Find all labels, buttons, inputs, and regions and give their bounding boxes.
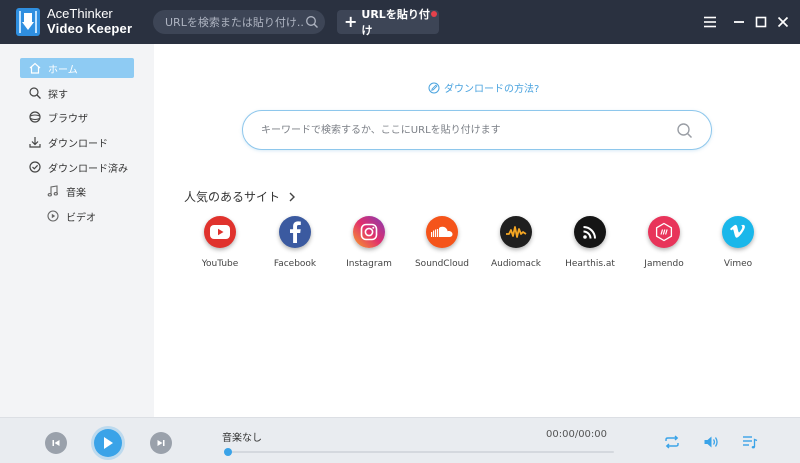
- volume-icon[interactable]: [702, 433, 720, 451]
- howto-link-label: ダウンロードの方法?: [444, 84, 540, 95]
- maximize-icon[interactable]: [753, 14, 769, 30]
- next-icon: [157, 440, 165, 446]
- track-time: 00:00/00:00: [546, 429, 608, 440]
- facebook-icon: [279, 216, 311, 248]
- site-youtube[interactable]: YouTube: [182, 216, 258, 276]
- home-icon: [29, 62, 41, 74]
- close-icon[interactable]: [775, 14, 791, 30]
- site-vimeo[interactable]: Vimeo: [700, 216, 776, 276]
- play-button[interactable]: [94, 429, 122, 457]
- jamendo-icon: [648, 216, 680, 248]
- browser-icon: [29, 111, 41, 123]
- sidebar-item-label: 探す: [48, 89, 68, 101]
- sidebar-item-label: 音楽: [66, 187, 86, 199]
- site-label: Audiomack: [490, 259, 542, 269]
- site-audiomack[interactable]: Audiomack: [478, 216, 554, 276]
- plus-icon: +: [344, 12, 358, 31]
- site-label: YouTube: [201, 259, 239, 269]
- sidebar-item-video[interactable]: ビデオ: [20, 206, 134, 226]
- sidebar-item-label: ダウンロード: [48, 138, 108, 150]
- site-hearthis[interactable]: Hearthis.at: [552, 216, 628, 276]
- vimeo-icon: [722, 216, 754, 248]
- app-logo-icon: [16, 8, 40, 36]
- sidebar-item-label: ホーム: [48, 64, 78, 76]
- video-play-icon: [47, 210, 59, 222]
- help-pencil-icon: [428, 82, 440, 93]
- search-icon[interactable]: [676, 122, 693, 139]
- sidebar-item-browser[interactable]: ブラウザ: [20, 107, 134, 127]
- chevron-right-icon: [289, 192, 296, 201]
- popular-sites-title: 人気のあるサイト: [184, 190, 281, 204]
- previous-icon: [52, 440, 60, 446]
- hearthis-icon: [574, 216, 606, 248]
- sidebar-item-label: ダウンロード済み: [48, 163, 128, 175]
- main-search-input[interactable]: [261, 121, 661, 139]
- repeat-icon[interactable]: [663, 433, 681, 451]
- site-facebook[interactable]: Facebook: [257, 216, 333, 276]
- audiomack-icon: [500, 216, 532, 248]
- paste-url-label: URLを貼り付け: [361, 8, 430, 37]
- progress-slider[interactable]: [224, 448, 614, 456]
- site-instagram[interactable]: Instagram: [331, 216, 407, 276]
- site-jamendo[interactable]: Jamendo: [626, 216, 702, 276]
- sidebar-item-download[interactable]: ダウンロード: [20, 132, 134, 152]
- app-name-line1: AceThinker: [47, 6, 113, 21]
- sidebar-item-label: ブラウザ: [48, 113, 88, 125]
- play-icon: [104, 437, 113, 449]
- sidebar-item-label: ビデオ: [66, 212, 96, 224]
- sidebar-item-music[interactable]: 音楽: [20, 181, 134, 201]
- minimize-icon[interactable]: [731, 14, 747, 30]
- search-icon[interactable]: [305, 15, 319, 29]
- site-label: SoundCloud: [414, 259, 470, 269]
- sidebar-item-downloaded[interactable]: ダウンロード済み: [20, 157, 134, 177]
- progress-knob[interactable]: [224, 448, 232, 456]
- site-label: Vimeo: [723, 259, 753, 269]
- sidebar-item-search[interactable]: 探す: [20, 83, 134, 103]
- paste-url-button[interactable]: + URLを貼り付け: [337, 8, 439, 37]
- sidebar: ホーム 探す ブラウザ ダウンロード ダウンロード済み 音楽 ビデオ: [0, 44, 154, 417]
- previous-button[interactable]: [45, 432, 67, 454]
- howto-link[interactable]: ダウンロードの方法?: [428, 80, 539, 95]
- menu-icon[interactable]: [702, 14, 718, 30]
- top-search-input[interactable]: [165, 13, 305, 31]
- site-soundcloud[interactable]: SoundCloud: [404, 216, 480, 276]
- site-label: Jamendo: [644, 259, 684, 269]
- playlist-icon[interactable]: [741, 433, 759, 451]
- site-label: Facebook: [273, 259, 317, 269]
- download-icon: [29, 137, 41, 148]
- app-name: AceThinker Video Keeper: [47, 6, 132, 36]
- sidebar-item-home[interactable]: ホーム: [20, 58, 134, 78]
- site-label: Instagram: [346, 259, 392, 269]
- next-button[interactable]: [150, 432, 172, 454]
- popular-sites-heading[interactable]: 人気のあるサイト: [184, 188, 296, 205]
- main-search-box: [242, 110, 712, 150]
- site-label: Hearthis.at: [565, 259, 615, 269]
- youtube-icon: [204, 216, 236, 248]
- track-name: 音楽なし: [222, 433, 262, 444]
- instagram-icon: [353, 216, 385, 248]
- check-circle-icon: [29, 161, 41, 173]
- notification-dot: [431, 11, 437, 17]
- app-name-line2: Video Keeper: [47, 21, 133, 36]
- top-search-box: [153, 10, 325, 34]
- title-bar: AceThinker Video Keeper + URLを貼り付け: [0, 0, 800, 44]
- soundcloud-icon: [426, 216, 458, 248]
- search-icon: [29, 87, 41, 99]
- music-note-icon: [47, 185, 58, 197]
